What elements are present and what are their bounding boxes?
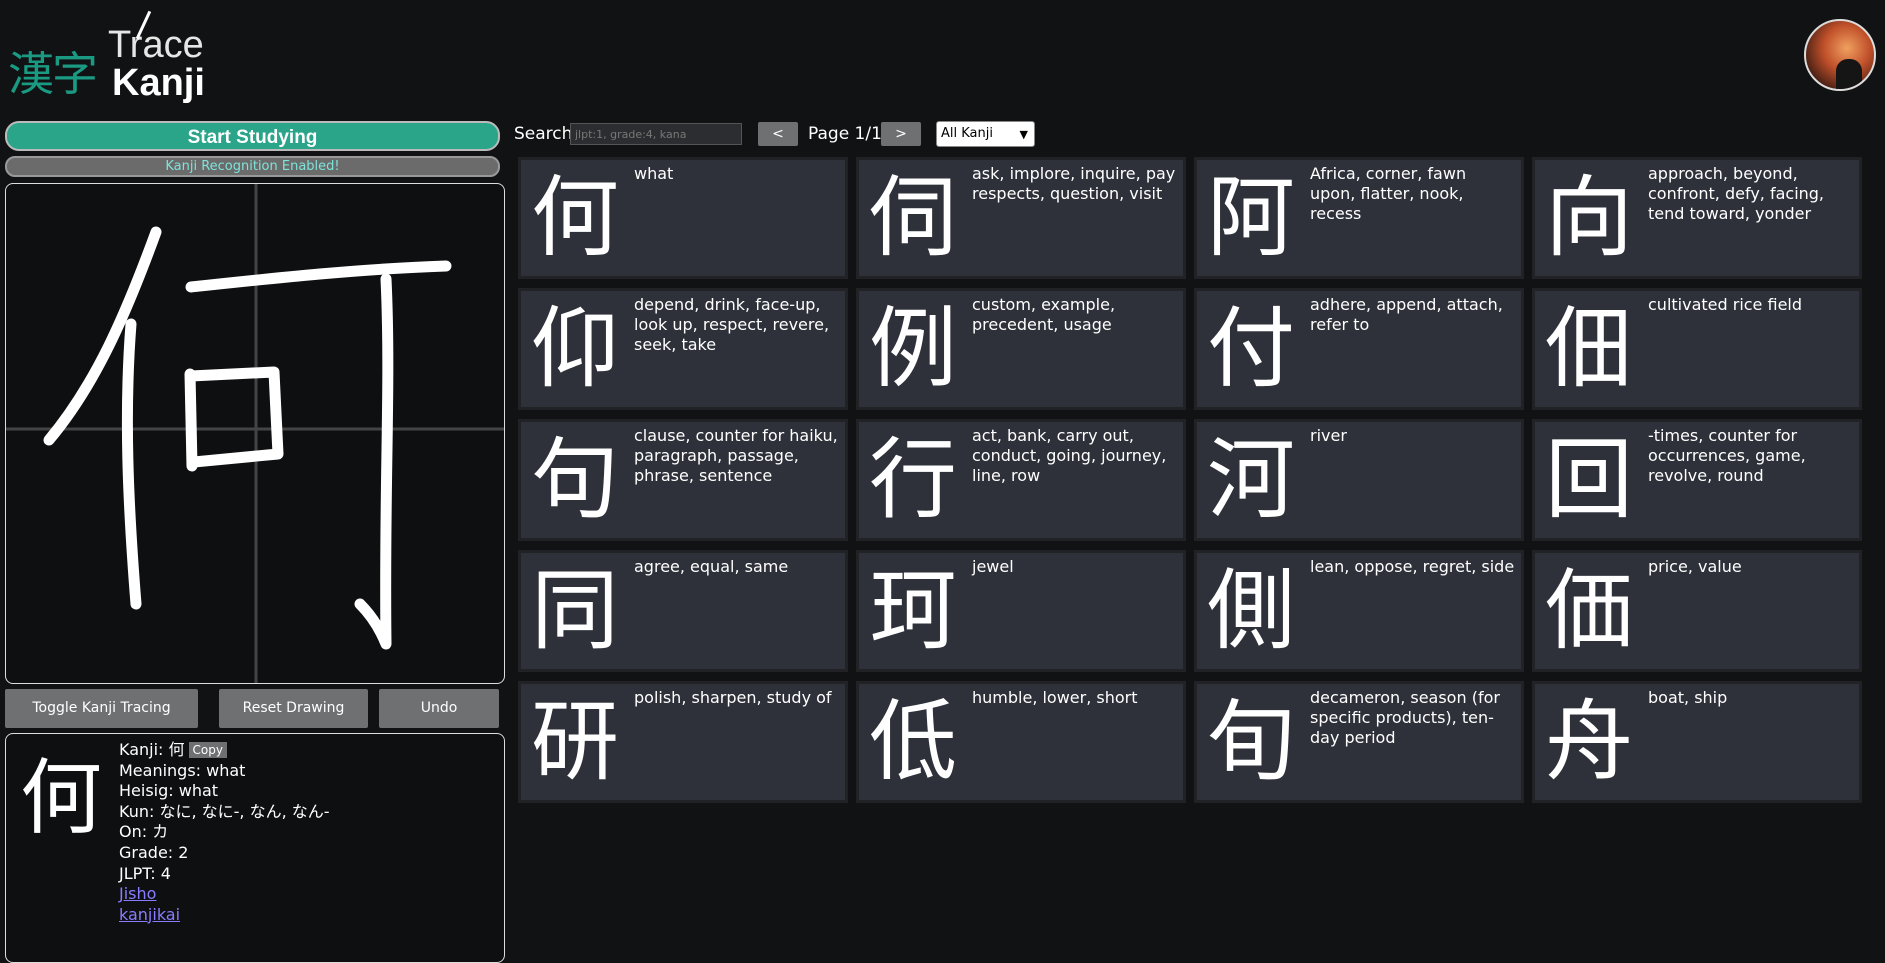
kanji-card[interactable]: 向 approach, beyond, confront, defy, facin… bbox=[1532, 157, 1862, 279]
card-meanings: river bbox=[1310, 426, 1347, 445]
card-meanings: Africa, corner, fawn upon, flatter, nook… bbox=[1310, 164, 1467, 223]
kanji-card[interactable]: 佃 cultivated rice field bbox=[1532, 288, 1862, 410]
kanji-card[interactable]: 側 lean, oppose, regret, side bbox=[1194, 550, 1524, 672]
info-kanji-glyph: 何 bbox=[20, 751, 103, 846]
card-kanji: 向 bbox=[1545, 166, 1634, 269]
info-kanji-line: Kanji: 何 bbox=[119, 740, 185, 759]
card-kanji: 何 bbox=[531, 166, 620, 269]
card-kanji: 側 bbox=[1207, 559, 1296, 662]
kanji-card[interactable]: 珂 jewel bbox=[856, 550, 1186, 672]
card-meanings: what bbox=[634, 164, 674, 183]
kanji-card[interactable]: 旬 decameron, season (for specific product… bbox=[1194, 681, 1524, 803]
kanji-card[interactable]: 同 agree, equal, same bbox=[518, 550, 848, 672]
kanji-card[interactable]: 回 -times, counter for occurrences, game, … bbox=[1532, 419, 1862, 541]
card-kanji: 句 bbox=[531, 428, 620, 531]
drawn-strokes bbox=[43, 226, 452, 650]
card-meanings: -times, counter for occurrences, game, r… bbox=[1648, 426, 1806, 485]
card-kanji: 低 bbox=[869, 690, 958, 793]
card-kanji: 舟 bbox=[1545, 690, 1634, 793]
search-label: Search bbox=[514, 124, 573, 144]
card-kanji: 伺 bbox=[869, 166, 958, 269]
card-meanings: price, value bbox=[1648, 557, 1742, 576]
search-input[interactable] bbox=[570, 123, 742, 145]
info-grade: Grade: 2 bbox=[119, 842, 189, 862]
info-on: On: カ bbox=[119, 822, 169, 842]
card-kanji: 阿 bbox=[1207, 166, 1296, 269]
kanji-card[interactable]: 河 river bbox=[1194, 419, 1524, 541]
info-meanings: Meanings: what bbox=[119, 760, 246, 780]
card-kanji: 付 bbox=[1207, 297, 1296, 400]
card-meanings: approach, beyond, confront, defy, facing… bbox=[1648, 164, 1825, 223]
kanji-card[interactable]: 研 polish, sharpen, study of bbox=[518, 681, 848, 803]
kanji-card[interactable]: 何 what bbox=[518, 157, 848, 279]
card-meanings: jewel bbox=[972, 557, 1014, 576]
card-kanji: 河 bbox=[1207, 428, 1296, 531]
card-kanji: 旬 bbox=[1207, 690, 1296, 793]
card-kanji: 同 bbox=[531, 559, 620, 662]
card-kanji: 研 bbox=[531, 690, 620, 793]
user-avatar[interactable] bbox=[1804, 19, 1876, 91]
card-kanji: 回 bbox=[1545, 428, 1634, 531]
card-meanings: lean, oppose, regret, side bbox=[1310, 557, 1515, 576]
info-heisig: Heisig: what bbox=[119, 781, 219, 801]
start-studying-button[interactable]: Start Studying bbox=[5, 121, 500, 151]
app-logo: 漢字 Trace Kanji bbox=[8, 6, 228, 106]
jisho-link[interactable]: Jisho bbox=[119, 884, 156, 903]
undo-button[interactable]: Undo bbox=[379, 689, 499, 728]
logo-kanji: 漢字 bbox=[8, 47, 98, 101]
card-meanings: depend, drink, face-up, look up, respect… bbox=[634, 295, 830, 354]
card-meanings: humble, lower, short bbox=[972, 688, 1138, 707]
logo-word: Kanji bbox=[112, 62, 205, 104]
card-kanji: 行 bbox=[869, 428, 958, 531]
card-meanings: decameron, season (for specific products… bbox=[1310, 688, 1500, 747]
info-jlpt: JLPT: 4 bbox=[119, 863, 171, 883]
kanji-card[interactable]: 価 price, value bbox=[1532, 550, 1862, 672]
card-meanings: adhere, append, attach, refer to bbox=[1310, 295, 1503, 334]
kanji-card[interactable]: 低 humble, lower, short bbox=[856, 681, 1186, 803]
copy-button[interactable]: Copy bbox=[188, 742, 227, 758]
card-kanji: 仰 bbox=[531, 297, 620, 400]
drawing-canvas[interactable] bbox=[5, 183, 505, 684]
page-indicator: Page 1/1 bbox=[808, 124, 882, 144]
kanji-filter-select[interactable]: All Kanji ▼ bbox=[936, 121, 1035, 147]
recognition-status-bar: Kanji Recognition Enabled! bbox=[5, 156, 500, 177]
kanji-card[interactable]: 例 custom, example, precedent, usage bbox=[856, 288, 1186, 410]
card-kanji: 佃 bbox=[1545, 297, 1634, 400]
kanji-card[interactable]: 仰 depend, drink, face-up, look up, respec… bbox=[518, 288, 848, 410]
card-kanji: 珂 bbox=[869, 559, 958, 662]
kanji-info-panel: 何 Kanji: 何 Copy Meanings: what Heisig: wh… bbox=[5, 733, 505, 963]
reset-drawing-button[interactable]: Reset Drawing bbox=[219, 689, 368, 728]
next-page-button[interactable]: > bbox=[881, 122, 921, 146]
kanjikai-link[interactable]: kanjikai bbox=[119, 905, 180, 924]
logo-trace: Trace bbox=[108, 24, 204, 66]
card-meanings: polish, sharpen, study of bbox=[634, 688, 832, 707]
card-meanings: clause, counter for haiku, paragraph, pa… bbox=[634, 426, 838, 485]
toggle-tracing-button[interactable]: Toggle Kanji Tracing bbox=[5, 689, 198, 728]
info-details: Kanji: 何 Copy Meanings: what Heisig: what… bbox=[119, 740, 330, 925]
filter-selected-value: All Kanji bbox=[941, 126, 993, 141]
card-meanings: act, bank, carry out, conduct, going, jo… bbox=[972, 426, 1167, 485]
kanji-card[interactable]: 舟 boat, ship bbox=[1532, 681, 1862, 803]
card-kanji: 価 bbox=[1545, 559, 1634, 662]
kanji-card[interactable]: 阿 Africa, corner, fawn upon, flatter, noo… bbox=[1194, 157, 1524, 279]
card-meanings: custom, example, precedent, usage bbox=[972, 295, 1116, 334]
kanji-card[interactable]: 句 clause, counter for haiku, paragraph, p… bbox=[518, 419, 848, 541]
kanji-card[interactable]: 行 act, bank, carry out, conduct, going, j… bbox=[856, 419, 1186, 541]
kanji-card[interactable]: 付 adhere, append, attach, refer to bbox=[1194, 288, 1524, 410]
card-meanings: cultivated rice field bbox=[1648, 295, 1803, 314]
prev-page-button[interactable]: < bbox=[758, 122, 798, 146]
kanji-card[interactable]: 伺 ask, implore, inquire, pay respects, qu… bbox=[856, 157, 1186, 279]
info-kun: Kun: なに, なに-, なん, なん- bbox=[119, 801, 330, 821]
card-meanings: ask, implore, inquire, pay respects, que… bbox=[972, 164, 1176, 203]
card-kanji: 例 bbox=[869, 297, 958, 400]
card-meanings: boat, ship bbox=[1648, 688, 1728, 707]
chevron-down-icon: ▼ bbox=[1019, 128, 1028, 141]
card-meanings: agree, equal, same bbox=[634, 557, 789, 576]
